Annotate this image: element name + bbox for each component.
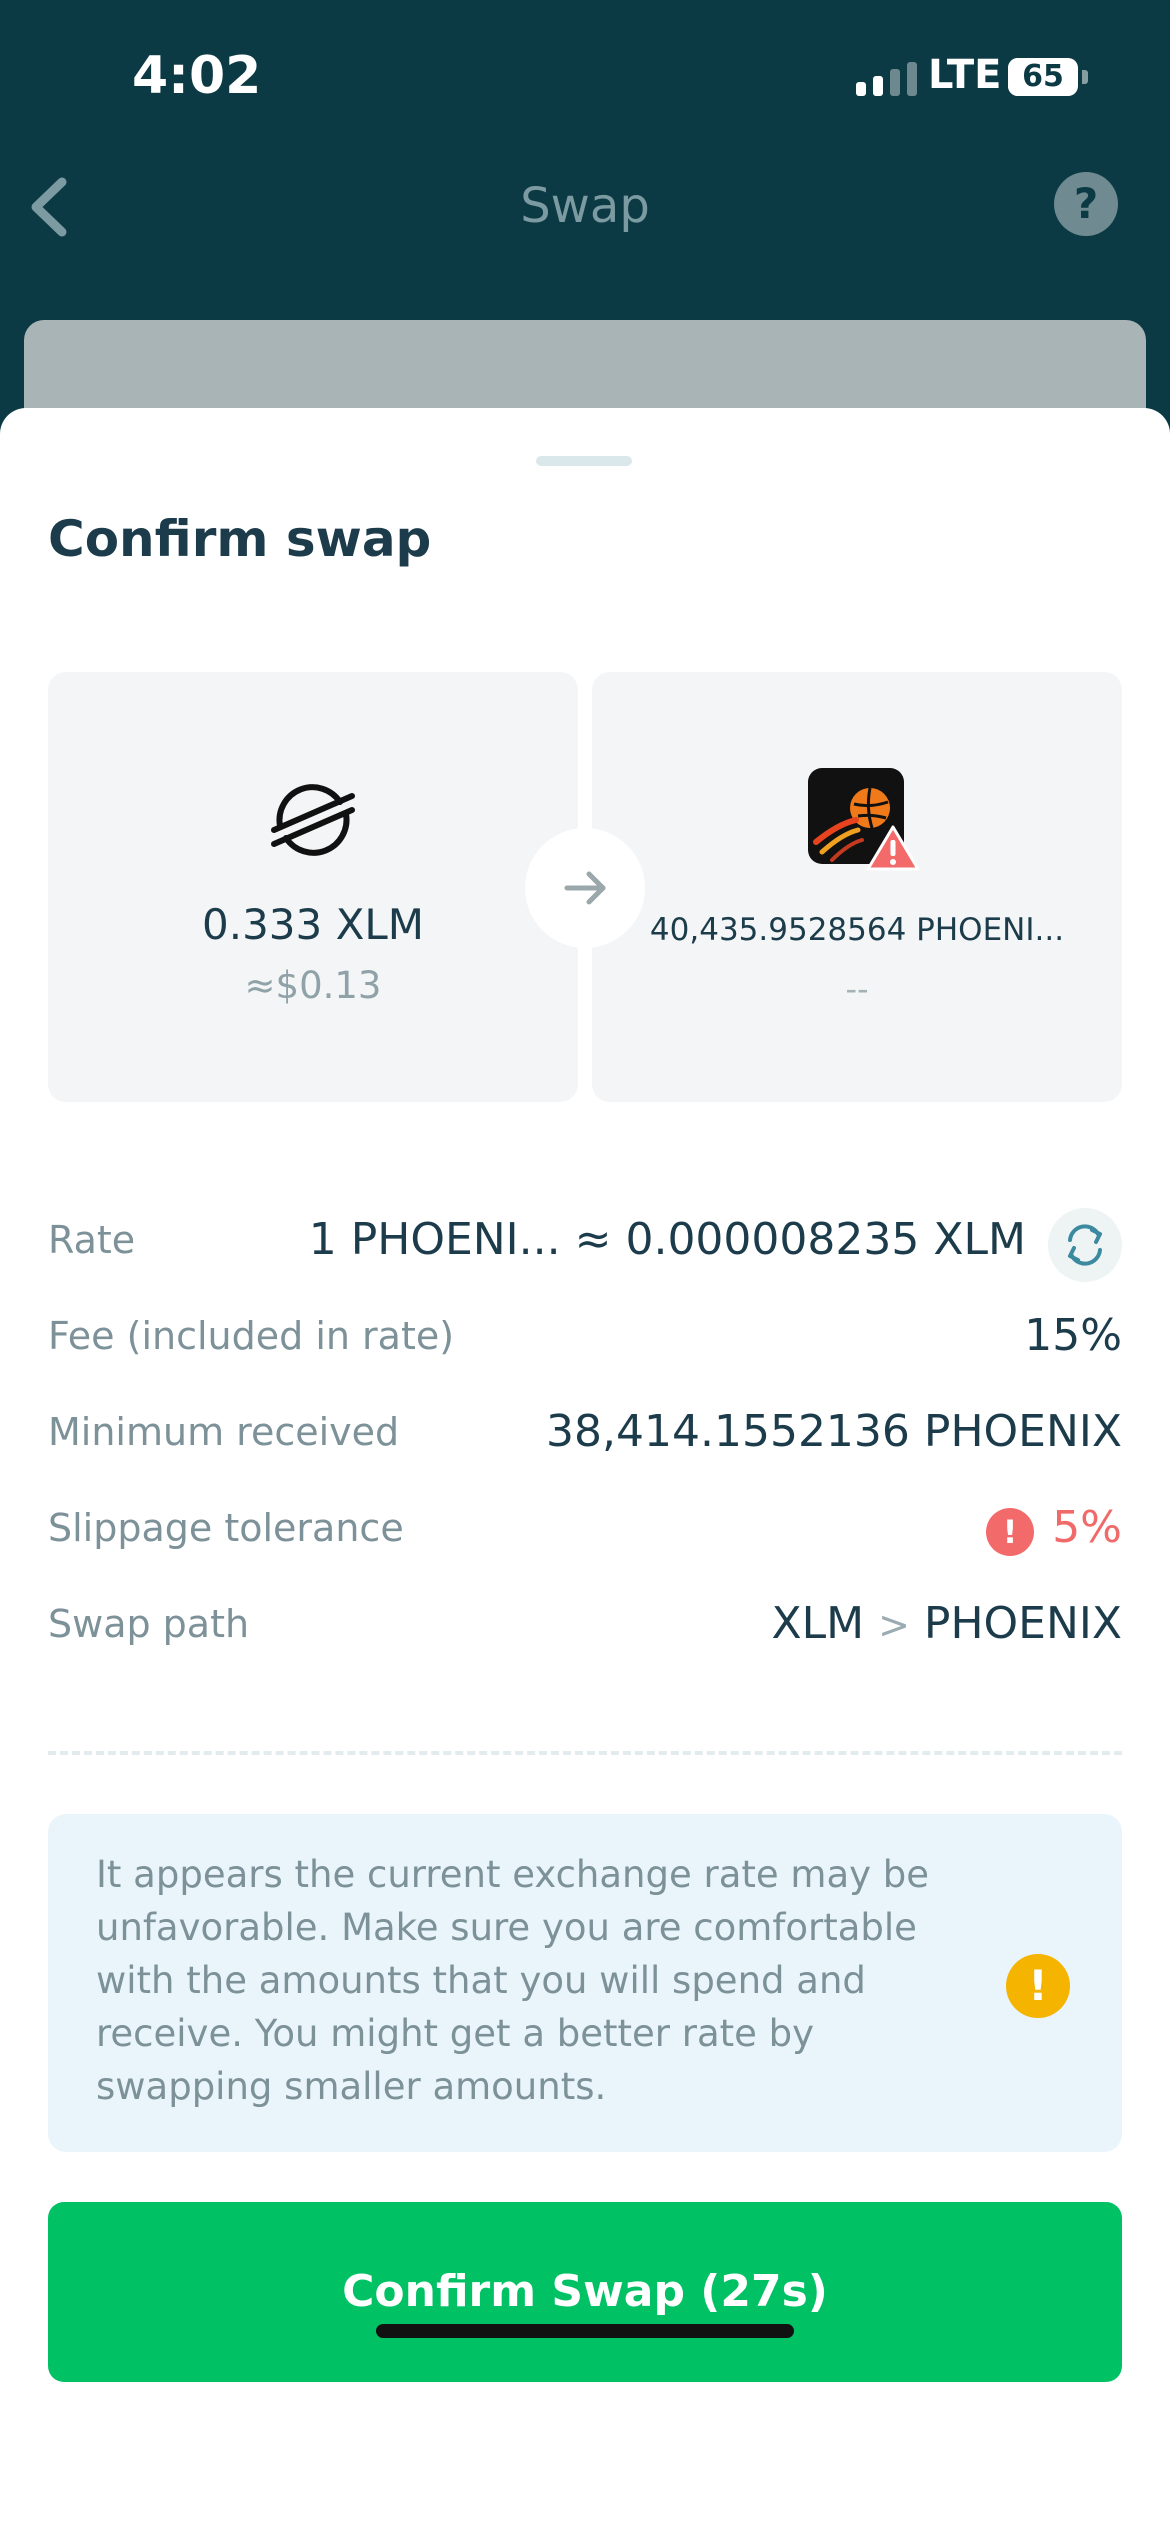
- battery-percent: 65: [1022, 59, 1064, 94]
- help-button[interactable]: ?: [1054, 172, 1118, 236]
- fee-label: Fee (included in rate): [48, 1314, 455, 1358]
- minimum-received-label: Minimum received: [48, 1410, 400, 1454]
- swap-path-value: XLM > PHOENIX: [771, 1598, 1122, 1649]
- flip-rate-button[interactable]: [1048, 1208, 1122, 1282]
- minimum-received-row: Minimum received 38,414.1552136 PHOENIX: [48, 1402, 1122, 1462]
- swap-arrows-icon: [1068, 1224, 1102, 1266]
- from-asset-card: 0.333 XLM ≈$0.13: [48, 672, 578, 1102]
- path-separator: >: [878, 1603, 910, 1647]
- rate-warning-text: It appears the current exchange rate may…: [96, 1853, 930, 2108]
- slippage-label: Slippage tolerance: [48, 1506, 404, 1550]
- swap-direction-badge: [525, 828, 645, 948]
- rate-warning-banner: It appears the current exchange rate may…: [48, 1814, 1122, 2152]
- status-time: 4:02: [132, 46, 262, 106]
- path-to-asset: PHOENIX: [923, 1598, 1122, 1649]
- fee-row: Fee (included in rate) 15%: [48, 1306, 1122, 1366]
- path-from-asset: XLM: [771, 1598, 865, 1649]
- network-type: LTE: [928, 52, 1002, 98]
- stellar-xlm-icon: [271, 784, 355, 856]
- battery-tip: [1082, 70, 1088, 84]
- signal-strength-icon: [856, 62, 917, 96]
- swap-path-row: Swap path XLM > PHOENIX: [48, 1594, 1122, 1654]
- from-fiat-value: ≈$0.13: [244, 964, 382, 1007]
- header: 4:02 LTE 65 Swap ?: [0, 0, 1170, 430]
- rate-row: Rate 1 PHOENI... ≈ 0.000008235 XLM: [48, 1208, 1122, 1282]
- warning-triangle-icon: [866, 825, 920, 871]
- rate-value: 1 PHOENI... ≈ 0.000008235 XLM: [308, 1214, 1026, 1265]
- arrow-right-icon: [564, 871, 606, 905]
- to-asset-card: 40,435.9528564 PHOENI... --: [592, 672, 1122, 1102]
- page-title: Swap: [520, 178, 650, 234]
- alert-circle-icon: !: [986, 1508, 1034, 1556]
- rate-label: Rate: [48, 1218, 136, 1262]
- home-indicator: [376, 2324, 794, 2338]
- slippage-row: Slippage tolerance ! 5%: [48, 1498, 1122, 1558]
- warning-circle-icon: !: [1006, 1954, 1070, 2018]
- sheet-title: Confirm swap: [48, 510, 432, 568]
- confirm-swap-button[interactable]: Confirm Swap (27s): [48, 2202, 1122, 2382]
- confirm-swap-sheet: Confirm swap 0.333 XLM ≈$0.13 40,435.952…: [0, 408, 1170, 2532]
- minimum-received-value: 38,414.1552136 PHOENIX: [546, 1406, 1122, 1457]
- swap-path-label: Swap path: [48, 1602, 250, 1646]
- sheet-grabber[interactable]: [536, 456, 632, 466]
- fee-value: 15%: [1024, 1310, 1122, 1361]
- from-amount: 0.333 XLM: [202, 900, 424, 949]
- to-fiat-value: --: [845, 970, 869, 1008]
- battery-icon: 65: [1008, 58, 1078, 96]
- slippage-value: 5%: [1052, 1502, 1122, 1553]
- to-amount: 40,435.9528564 PHOENI...: [649, 912, 1065, 948]
- dashed-divider: [48, 1751, 1122, 1755]
